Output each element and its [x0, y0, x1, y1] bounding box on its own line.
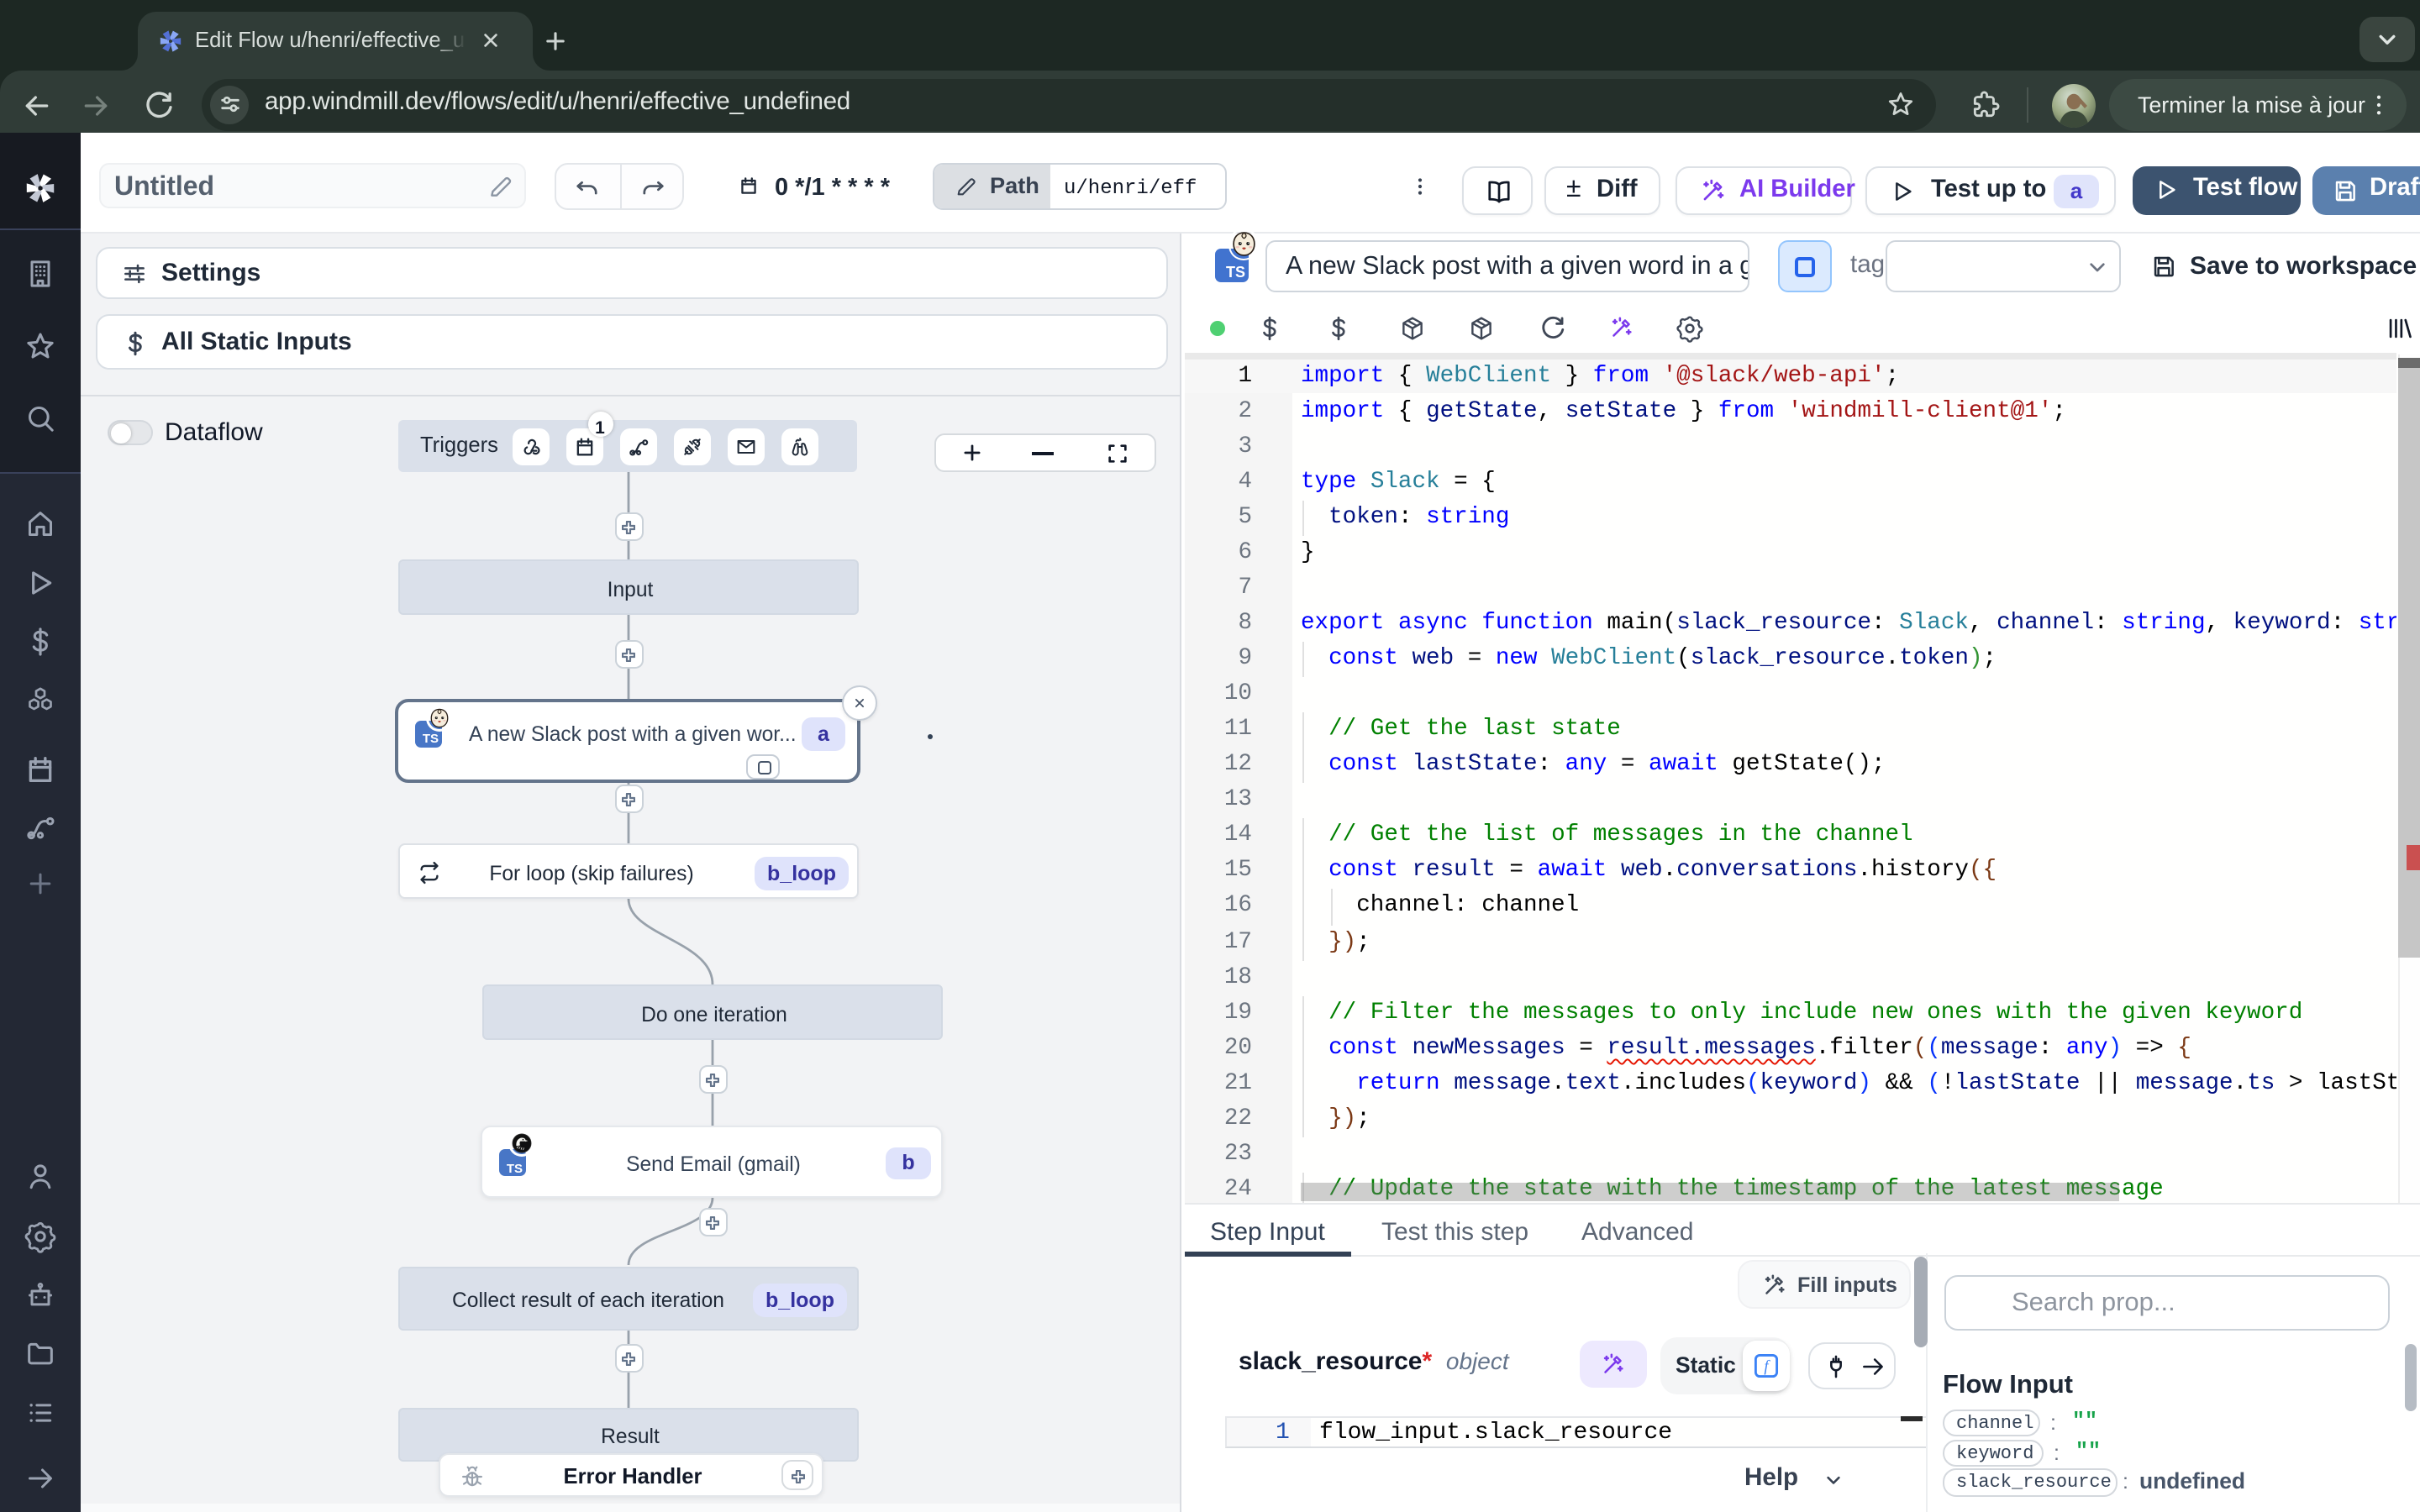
svg-text:f: f — [1764, 1357, 1770, 1375]
